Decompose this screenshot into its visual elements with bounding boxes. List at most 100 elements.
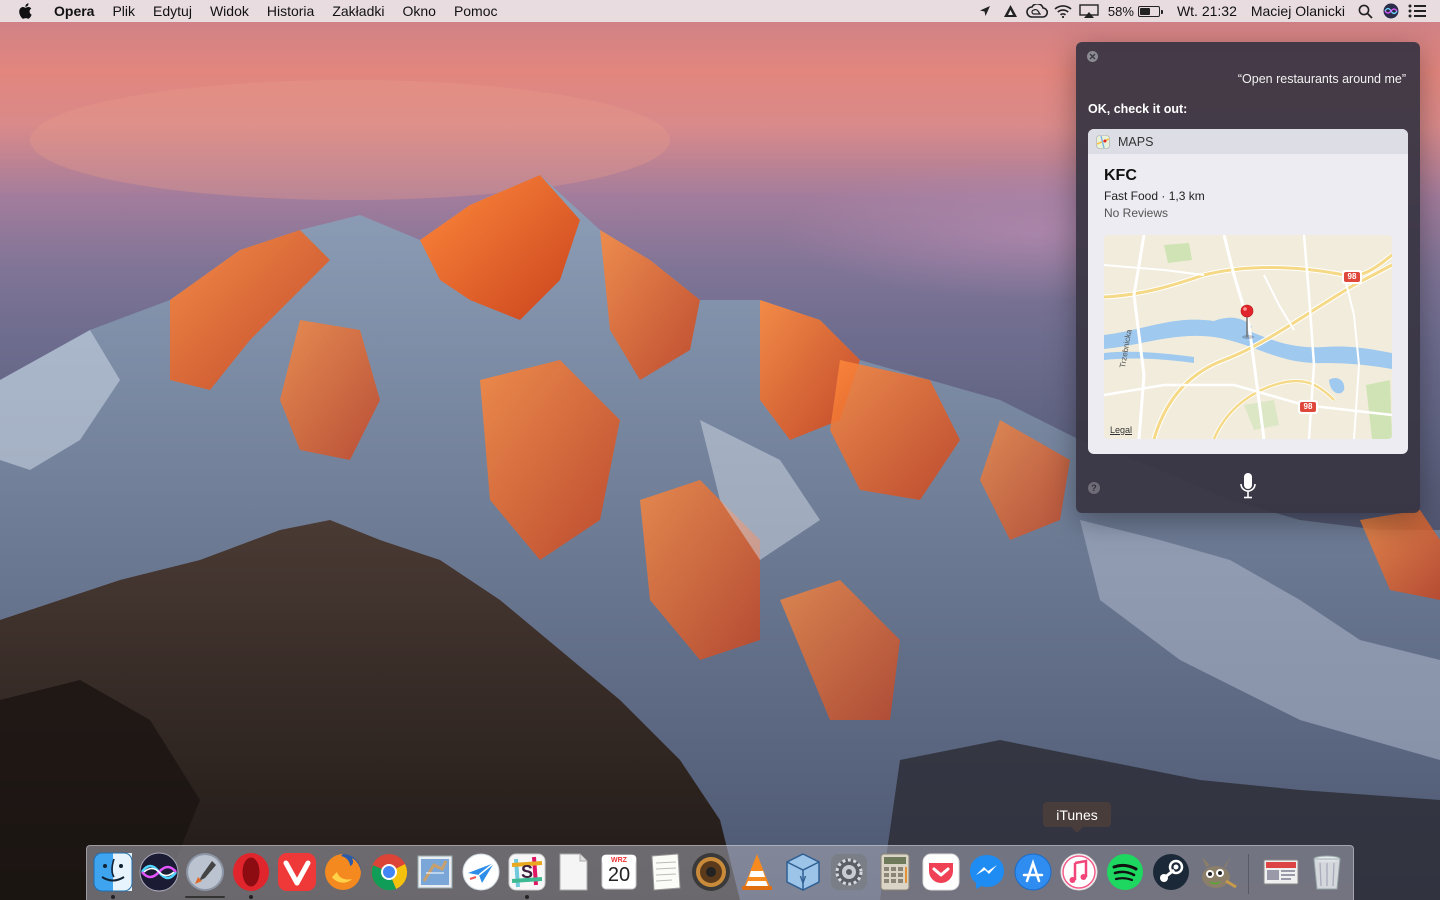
map-legal-link[interactable]: Legal [1110, 425, 1132, 435]
chrome-icon [371, 854, 408, 891]
calendar-day: 20 [607, 864, 631, 886]
map-drawing [1104, 235, 1392, 439]
airplay-icon[interactable] [1076, 0, 1102, 22]
dock-vlc[interactable] [736, 851, 778, 893]
road-badge-label-bottom: 98 [1303, 402, 1313, 411]
launchpad-icon [186, 853, 224, 891]
steam-icon [1153, 854, 1189, 890]
gimp-icon [1202, 857, 1237, 889]
dock-pocket[interactable] [920, 851, 962, 893]
battery-status[interactable]: 58% [1102, 4, 1170, 19]
dock-siri[interactable] [138, 851, 180, 893]
app-store-icon [1014, 853, 1052, 891]
apple-logo-icon[interactable] [18, 0, 38, 22]
road-badge-label-top: 98 [1347, 272, 1357, 281]
siri-help-button[interactable]: ? [1088, 482, 1100, 494]
dock-vivaldi[interactable] [276, 851, 318, 893]
spotlight-search-icon[interactable] [1352, 0, 1378, 22]
siri-close-button[interactable] [1087, 51, 1098, 62]
dock-running-indicator-opera [249, 895, 253, 899]
dock-tooltip: iTunes [1043, 802, 1111, 833]
place-name: KFC [1104, 167, 1137, 184]
dock-separator [1248, 854, 1249, 894]
dock-vox[interactable] [690, 851, 732, 893]
vlc-icon [742, 854, 772, 890]
opera-icon [233, 853, 269, 891]
place-category-distance: Fast Food · 1,3 km [1104, 189, 1205, 203]
map-preview[interactable]: 98 98 Trzebnicka Legal [1104, 235, 1392, 439]
siri-query-text: “Open restaurants around me” [1237, 72, 1406, 86]
dock-mail[interactable] [414, 851, 456, 893]
vivaldi-icon [278, 853, 316, 891]
virtualbox-icon: V [786, 853, 820, 891]
pocket-icon [922, 853, 960, 891]
itunes-icon [1060, 853, 1098, 891]
document-icon [559, 853, 588, 891]
maps-result-card[interactable]: MAPS KFC Fast Food · 1,3 km No Reviews 9… [1088, 129, 1408, 454]
notification-triangle-icon[interactable] [998, 0, 1024, 22]
dock-downloads-stack[interactable] [1260, 851, 1302, 893]
dock-running-indicator-finder [111, 895, 115, 899]
menu-zakladki[interactable]: Zakładki [323, 0, 393, 22]
dock-finder[interactable] [92, 851, 134, 893]
svg-text:V: V [800, 875, 807, 886]
dock-messenger[interactable] [966, 851, 1008, 893]
location-arrow-icon[interactable] [972, 0, 998, 22]
dock-virtualbox[interactable]: V [782, 851, 824, 893]
card-header: MAPS [1088, 129, 1408, 154]
slack-icon: S [508, 853, 546, 891]
microphone-icon[interactable] [1239, 472, 1257, 500]
close-icon [1089, 53, 1096, 60]
menu-historia[interactable]: Historia [258, 0, 323, 22]
wifi-icon[interactable] [1050, 0, 1076, 22]
dock-steam[interactable] [1150, 851, 1192, 893]
menu-widok[interactable]: Widok [201, 0, 258, 22]
menu-okno[interactable]: Okno [393, 0, 444, 22]
dock-trash[interactable] [1306, 851, 1348, 893]
user-name[interactable]: Maciej Olanicki [1244, 0, 1352, 22]
calculator-icon [880, 853, 910, 891]
trash-icon [1313, 855, 1341, 890]
menu-plik[interactable]: Plik [103, 0, 144, 22]
dock-running-indicator-slack [525, 895, 529, 899]
dock-opera[interactable] [230, 851, 272, 893]
dock-itunes[interactable] [1058, 851, 1100, 893]
notes-icon [651, 853, 681, 891]
menu-edytuj[interactable]: Edytuj [144, 0, 201, 22]
dock-slack[interactable]: S [506, 851, 548, 893]
dock-firefox[interactable] [322, 851, 364, 893]
mail-icon [417, 855, 453, 889]
finder-icon [93, 852, 133, 892]
creative-cloud-icon[interactable] [1024, 0, 1050, 22]
clock[interactable]: Wt. 21:32 [1170, 0, 1244, 22]
battery-icon [1137, 5, 1163, 17]
notification-center-icon[interactable] [1404, 0, 1430, 22]
dock-launchpad-indicator [185, 896, 225, 898]
dock-chrome[interactable] [368, 851, 410, 893]
dock-spotify[interactable] [1104, 851, 1146, 893]
menu-app-name[interactable]: Opera [48, 0, 103, 22]
dock-system-preferences[interactable] [828, 851, 870, 893]
dock-calculator[interactable] [874, 851, 916, 893]
card-source-label: MAPS [1118, 134, 1154, 149]
dock-notes[interactable] [644, 851, 686, 893]
dock-textedit[interactable] [552, 851, 594, 893]
dock-launchpad[interactable] [184, 851, 226, 893]
dock-app-store[interactable] [1012, 851, 1054, 893]
spotify-icon [1107, 854, 1143, 890]
speaker-icon [692, 853, 730, 891]
menu-pomoc[interactable]: Pomoc [445, 0, 507, 22]
dock-calendar[interactable]: WRZ 20 [598, 851, 640, 893]
gear-icon [831, 854, 867, 890]
maps-app-icon [1096, 134, 1110, 149]
messenger-icon [970, 855, 1004, 889]
airmail-icon [462, 853, 500, 891]
dock-airmail[interactable] [460, 851, 502, 893]
menu-bar: Opera Plik Edytuj Widok Historia Zakładk… [0, 0, 1440, 22]
dock-gimp[interactable] [1196, 851, 1238, 893]
battery-percent: 58% [1107, 3, 1134, 19]
dock: S WRZ 20 V [86, 845, 1354, 900]
calendar-month: WRZ [611, 857, 627, 864]
siri-panel: “Open restaurants around me” OK, check i… [1076, 42, 1420, 513]
siri-menubar-icon[interactable] [1378, 0, 1404, 22]
